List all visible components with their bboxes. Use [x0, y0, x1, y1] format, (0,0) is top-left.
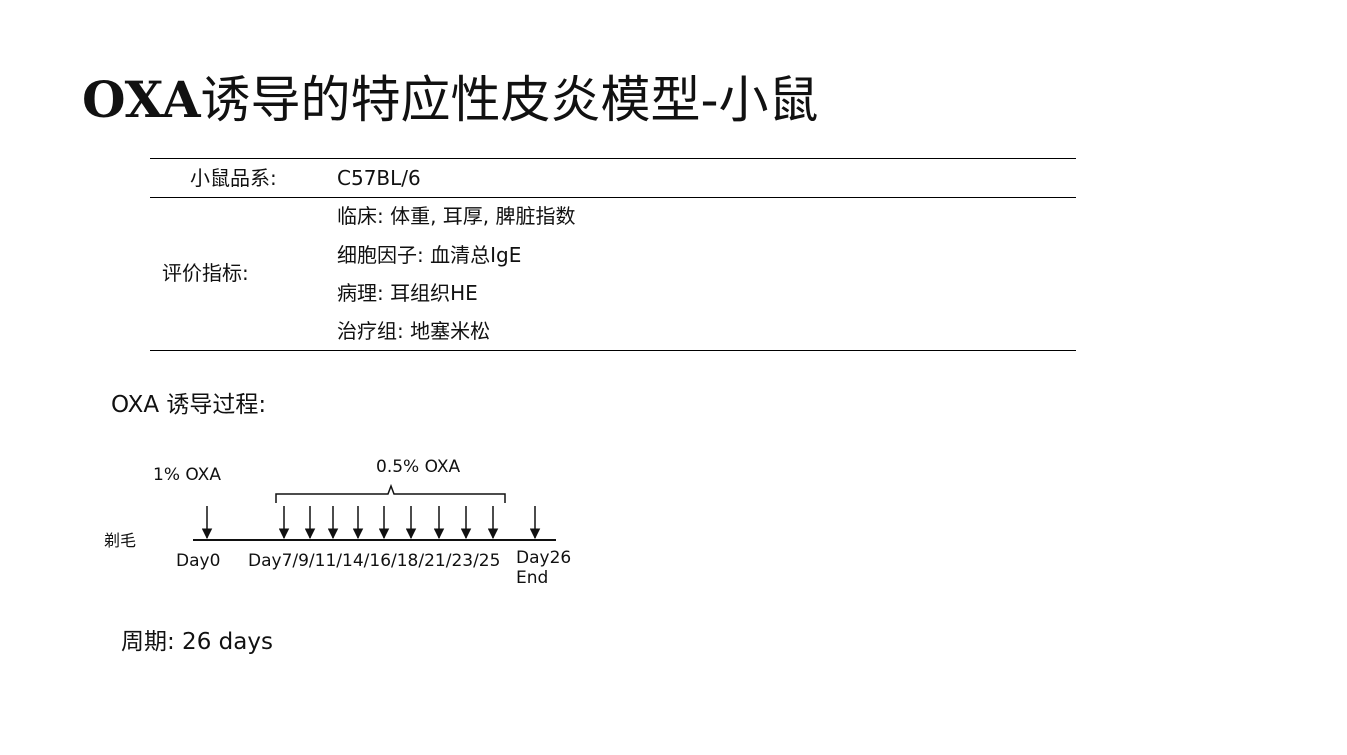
end-day-label: Day26	[516, 548, 571, 568]
shave-label: 剃毛	[104, 531, 136, 550]
repeat-dose-brace	[275, 483, 506, 503]
end-label: End	[516, 568, 548, 588]
cycle-duration: 周期: 26 days	[121, 629, 273, 655]
repeat-dose-label: 0.5% OXA	[376, 457, 461, 477]
day0-label: Day0	[176, 551, 220, 571]
initial-dose-label: 1% OXA	[153, 465, 221, 485]
repeat-days-label: Day7/9/11/14/16/18/21/23/25	[248, 551, 500, 571]
dose-arrows	[201, 506, 541, 540]
